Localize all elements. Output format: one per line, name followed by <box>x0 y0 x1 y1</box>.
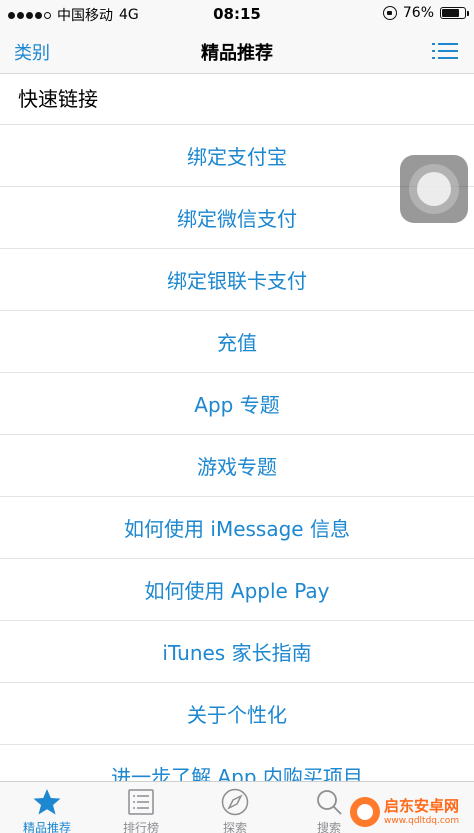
battery-percent: 76% <box>402 5 434 21</box>
tab-featured[interactable]: 精品推荐 <box>0 782 94 833</box>
section-header: 快速链接 <box>0 75 474 125</box>
battery-icon <box>440 7 469 19</box>
watermark: 启东安卓网 www.qdltdq.com <box>350 795 474 833</box>
navigation-bar: 类别 精品推荐 <box>0 28 474 74</box>
list-menu-icon[interactable] <box>432 42 458 60</box>
watermark-url: www.qdltdq.com <box>384 816 460 826</box>
link-apple-pay-help[interactable]: 如何使用 Apple Pay <box>0 559 474 621</box>
tab-label: 探索 <box>222 821 247 833</box>
tab-label: 排行榜 <box>122 821 159 833</box>
assistive-touch-button[interactable] <box>400 155 468 223</box>
tab-label: 精品推荐 <box>22 821 71 833</box>
quick-links-list: 绑定支付宝 绑定微信支付 绑定银联卡支付 充值 App 专题 游戏专题 如何使用… <box>0 125 474 807</box>
status-right: 76% <box>382 5 469 21</box>
link-game-topics[interactable]: 游戏专题 <box>0 435 474 497</box>
tab-explore[interactable]: 探索 <box>188 782 282 833</box>
star-icon <box>33 789 61 815</box>
compass-icon <box>221 788 249 816</box>
watermark-logo-icon <box>350 797 380 827</box>
link-personalization[interactable]: 关于个性化 <box>0 683 474 745</box>
section-title: 快速链接 <box>18 87 98 111</box>
page-title: 精品推荐 <box>201 43 273 64</box>
tab-top-charts[interactable]: 排行榜 <box>94 782 188 833</box>
link-imessage-help[interactable]: 如何使用 iMessage 信息 <box>0 497 474 559</box>
list-icon <box>128 789 154 815</box>
link-itunes-parents-guide[interactable]: iTunes 家长指南 <box>0 621 474 683</box>
watermark-brand: 启东安卓网 <box>384 797 460 815</box>
status-bar: 中国移动 4G 08:15 76% <box>0 0 474 28</box>
assistive-touch-inner-dot <box>417 172 451 206</box>
link-app-topics[interactable]: App 专题 <box>0 373 474 435</box>
link-unionpay[interactable]: 绑定银联卡支付 <box>0 249 474 311</box>
battery-fill <box>442 9 459 17</box>
link-recharge[interactable]: 充值 <box>0 311 474 373</box>
orientation-lock-icon <box>382 6 397 20</box>
search-icon <box>317 790 342 815</box>
